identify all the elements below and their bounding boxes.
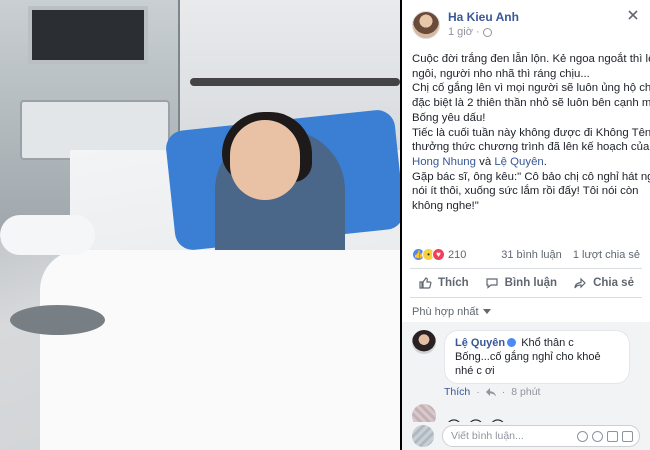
shares-count[interactable]: 1 lượt chia sẻ	[573, 249, 640, 261]
comment-actions: Thích · · 8 phút	[402, 386, 650, 398]
chevron-down-icon	[482, 309, 491, 314]
engagement-counts: 31 bình luận 1 lượt chia sẻ	[501, 249, 640, 261]
meta-dot: ·	[475, 26, 480, 38]
photo-bed-rail	[190, 78, 400, 86]
commenter-name[interactable]: Lệ Quyên	[455, 337, 505, 349]
photo-face	[230, 120, 300, 200]
speech-bubble-icon	[486, 278, 498, 289]
comment-input[interactable]: Viết bình luận...	[442, 425, 640, 447]
thumbs-up-icon	[419, 277, 432, 289]
emoji-icon[interactable]	[577, 430, 588, 442]
reply-icon[interactable]	[485, 387, 496, 397]
photo-viewer: Ha Kieu Anh 1 giờ · Cuộc đời trắng đen l…	[0, 0, 650, 450]
author-name[interactable]: Ha Kieu Anh	[448, 10, 519, 25]
photo-machine-screen	[28, 6, 148, 64]
post-text-segment: và	[475, 155, 495, 168]
post-text-line: thưởng thức chương trình đã lên kế hoạch…	[412, 140, 649, 155]
comment-bubble: Lệ Quyên Khổ thân c Bống...cố gắng nghỉ …	[444, 330, 630, 384]
like-label: Thích	[438, 277, 469, 289]
comment-action-separator: ·	[476, 386, 480, 398]
commenter-avatar[interactable]	[412, 330, 436, 354]
post-text-segment: .	[543, 155, 547, 168]
comments-count[interactable]: 31 bình luận	[501, 249, 562, 261]
post-time[interactable]: 1 giờ	[448, 25, 473, 39]
reaction-count[interactable]: 210	[448, 249, 466, 261]
camera-icon[interactable]	[592, 430, 603, 442]
share-label: Chia sẻ	[593, 277, 634, 289]
post-side-panel: Ha Kieu Anh 1 giờ · Cuộc đời trắng đen l…	[402, 0, 650, 450]
reaction-bar: 👍 • ♥ 210 31 bình luận 1 lượt chia sẻ	[402, 248, 650, 261]
author-info: Ha Kieu Anh 1 giờ ·	[448, 10, 519, 39]
photo-glove	[0, 215, 95, 255]
post-text: Cuộc đời trắng đen lẫn lộn. Kẻ ngoa ngoắ…	[402, 40, 650, 214]
post-actions: Thích Bình luận Chia sẻ	[410, 268, 642, 298]
share-arrow-icon	[574, 277, 586, 289]
comment-button[interactable]: Bình luận	[485, 276, 557, 290]
post-text-line: đặc biệt là 2 thiên thần nhỏ sẽ luôn bên…	[412, 97, 650, 110]
post-text-line: Bống yêu dấu!	[412, 111, 486, 124]
love-reaction-icon: ♥	[432, 248, 445, 261]
reaction-summary[interactable]: 👍 • ♥ 210	[412, 248, 466, 261]
post-text-line: Chị cố gắng lên vì mọi người sẽ luôn ủng…	[412, 82, 650, 95]
post-text-line: Cuộc đời trắng đen lẫn lộn. Kẻ ngoa ngoắ…	[412, 53, 650, 65]
photo-sheet	[40, 250, 400, 450]
comment-composer: Viết bình luận...	[402, 422, 650, 450]
author-avatar[interactable]	[412, 10, 440, 39]
viewer-avatar	[412, 425, 434, 447]
sticker-icon[interactable]	[622, 430, 633, 442]
comment-sort-dropdown[interactable]: Phù hợp nhất	[412, 306, 491, 318]
post-text-line: nói ít thôi, xuống sức lắm rồi đấy! Tôi …	[412, 185, 639, 198]
comments-section: Lệ Quyên Khổ thân c Bống...cố gắng nghỉ …	[402, 322, 650, 437]
comment-input-placeholder: Viết bình luận...	[451, 430, 524, 442]
gif-icon[interactable]	[607, 430, 618, 442]
post-text-line: Tiếc là cuối tuần này không được đi Khôn…	[412, 126, 650, 139]
mention-le-quyen[interactable]: Lệ Quyên	[494, 156, 543, 168]
post-text-segment: thưởng thức chương trình đã lên kế hoạch…	[412, 141, 650, 154]
comment-label: Bình luận	[504, 277, 558, 289]
photo-tray	[10, 305, 105, 335]
share-button[interactable]: Chia sẻ	[573, 276, 634, 290]
comment-item: Lệ Quyên Khổ thân c Bống...cố gắng nghỉ …	[402, 322, 650, 384]
post-text-line: Gặp bác sĩ, ông kêu:" Cô bảo chị cô nghỉ…	[412, 170, 650, 183]
verified-badge-icon	[507, 338, 517, 347]
comment-time[interactable]: 8 phút	[511, 386, 540, 398]
sort-label: Phù hợp nhất	[412, 306, 479, 318]
close-icon[interactable]	[628, 10, 638, 20]
post-header: Ha Kieu Anh 1 giờ ·	[402, 0, 650, 40]
post-meta: 1 giờ ·	[448, 25, 519, 39]
post-text-line: không nghe!"	[412, 200, 479, 213]
post-text-line: Hong Nhung và Lệ Quyên.	[412, 155, 640, 170]
globe-icon	[482, 27, 492, 37]
mention-le-hong-nhung-cont[interactable]: Hong Nhung	[412, 156, 476, 168]
comment-like-link[interactable]: Thích	[444, 386, 470, 398]
like-button[interactable]: Thích	[418, 276, 469, 290]
post-photo[interactable]	[0, 0, 400, 450]
comment-action-separator: ·	[501, 386, 506, 398]
post-text-line: ngôi, người nho nhã thì ráng chịu...	[412, 67, 590, 80]
